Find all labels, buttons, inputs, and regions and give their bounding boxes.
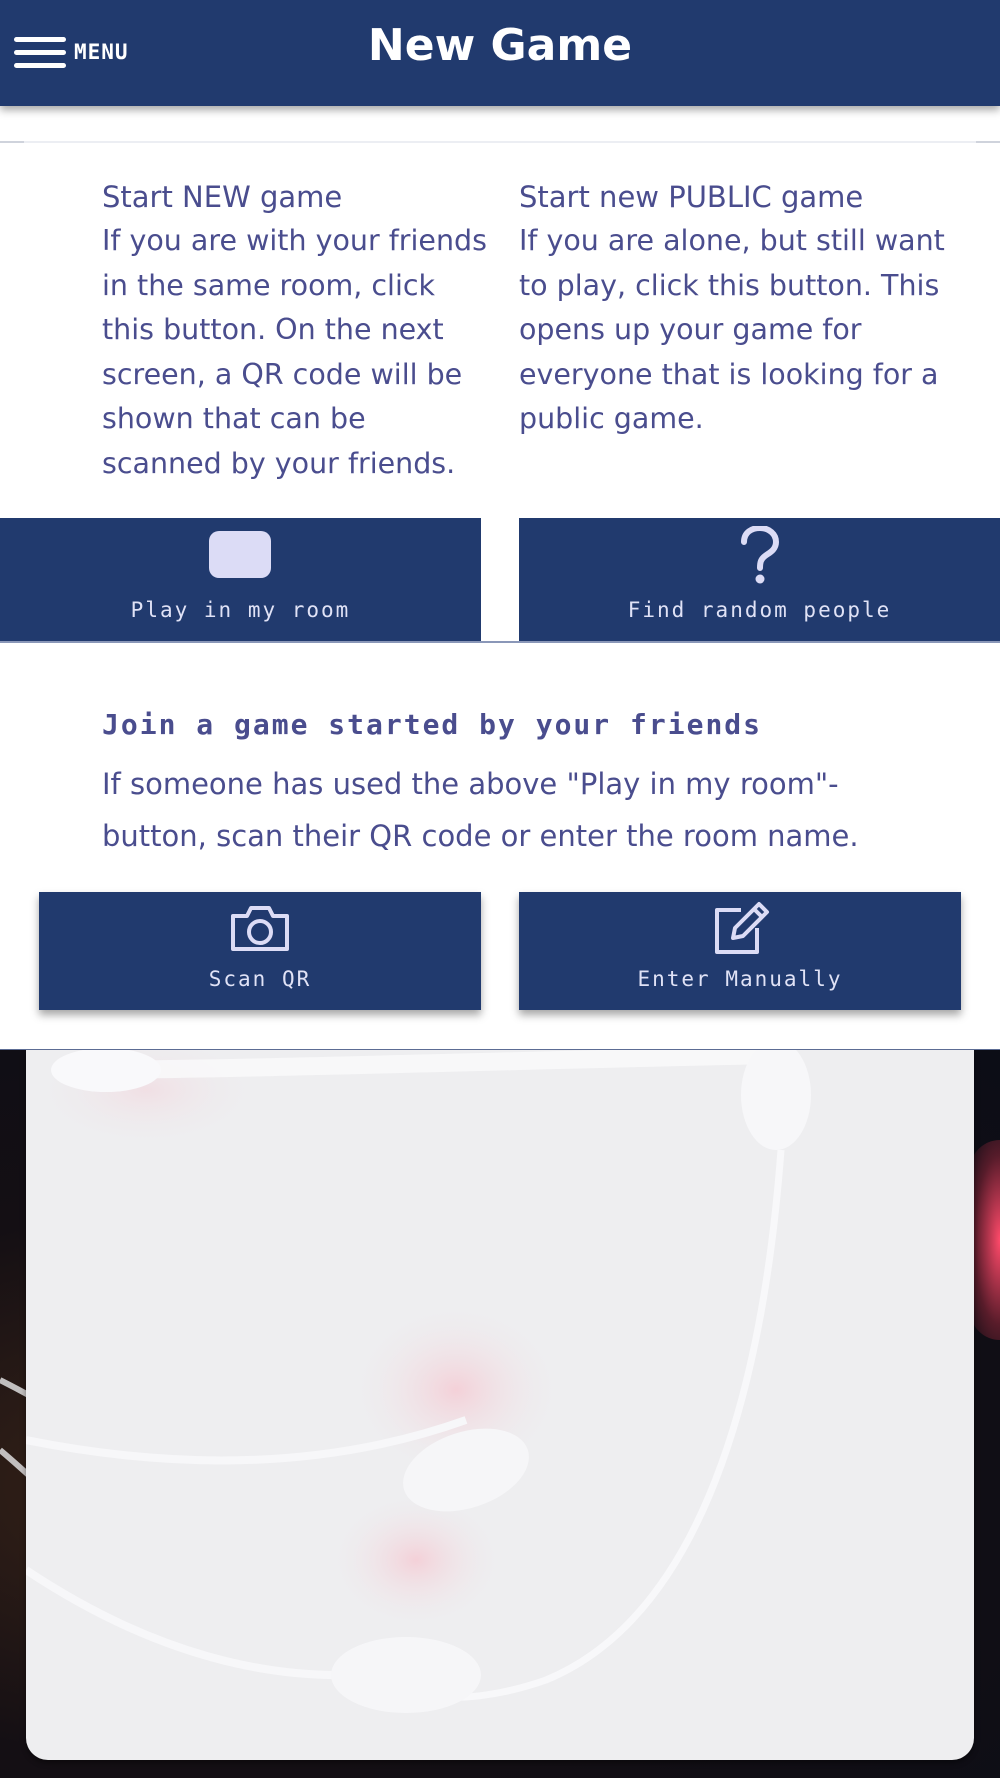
rounded-square-icon <box>209 531 271 578</box>
card-decoration <box>26 1050 811 1713</box>
start-new-section: Start NEW game If you are with your frie… <box>102 175 492 486</box>
scan-qr-button[interactable]: Scan QR <box>39 892 481 1010</box>
play-in-my-room-label: Play in my room <box>130 598 351 622</box>
page-title: New Game <box>367 20 633 71</box>
join-heading: Join a game started by your friends <box>102 708 763 741</box>
start-new-heading: Start NEW game <box>102 180 343 214</box>
start-public-description: If you are alone, but still want to play… <box>519 224 945 435</box>
background-image <box>0 1050 1000 1778</box>
start-public-section: Start new PUBLIC game If you are alone, … <box>519 175 949 442</box>
question-mark-icon <box>741 526 780 584</box>
scan-qr-label: Scan QR <box>208 967 312 991</box>
enter-manually-button[interactable]: Enter Manually <box>519 892 961 1010</box>
find-random-people-label: Find random people <box>627 598 892 622</box>
edit-icon <box>715 902 769 954</box>
start-public-heading: Start new PUBLIC game <box>519 180 864 214</box>
join-description: If someone has used the above "Play in m… <box>102 767 859 853</box>
divider <box>0 141 1000 143</box>
start-new-description: If you are with your friends in the same… <box>102 224 487 480</box>
section-divider <box>0 641 1000 643</box>
camera-icon <box>231 906 289 951</box>
enter-manually-label: Enter Manually <box>637 967 843 991</box>
content-card <box>26 1050 974 1760</box>
find-random-people-button[interactable]: Find random people <box>519 518 1000 642</box>
play-in-my-room-button[interactable]: Play in my room <box>0 518 481 642</box>
top-bar: MENU New Game <box>0 0 1000 106</box>
